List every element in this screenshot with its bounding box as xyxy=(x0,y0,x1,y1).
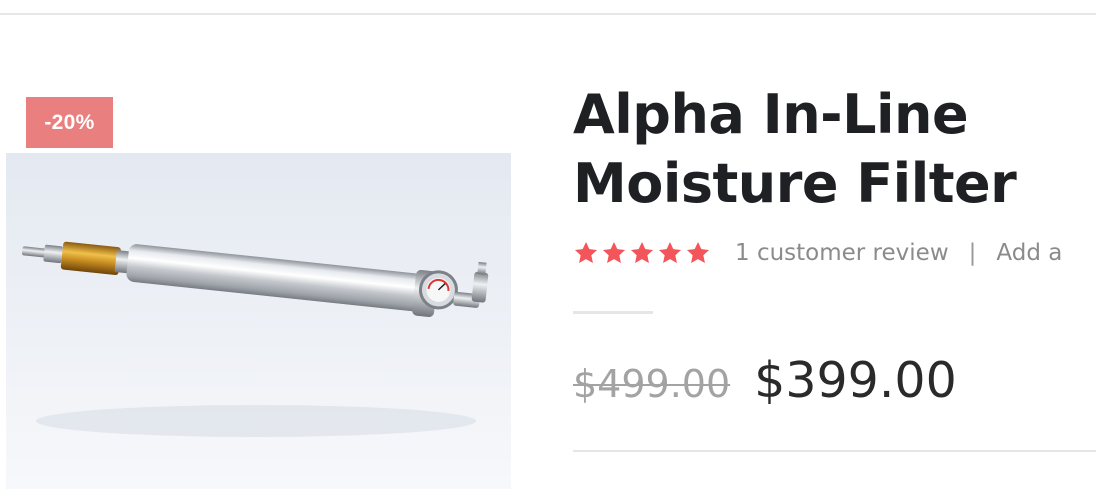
customer-review-link[interactable]: 1 customer review xyxy=(735,240,949,266)
product-image[interactable] xyxy=(6,153,511,489)
rating-row: 1 customer review | Add a xyxy=(573,240,1062,266)
star-icon xyxy=(574,241,598,263)
star-icon xyxy=(658,241,682,263)
title-divider xyxy=(573,311,653,314)
regular-price: $499.00 xyxy=(573,362,731,406)
price-divider xyxy=(573,450,1096,452)
star-rating xyxy=(573,240,711,266)
add-review-link[interactable]: Add a xyxy=(996,240,1062,266)
product-summary: Alpha In-Line Moisture Filter 1 customer… xyxy=(573,80,1096,452)
review-separator: | xyxy=(968,240,977,266)
star-icon xyxy=(602,241,626,263)
star-icon xyxy=(686,241,710,263)
header-divider xyxy=(0,13,1096,15)
sale-badge: -20% xyxy=(26,97,113,148)
price: $499.00 $399.00 xyxy=(573,352,957,409)
star-icon xyxy=(630,241,654,263)
sale-price: $399.00 xyxy=(754,352,957,409)
product-photo xyxy=(6,153,511,489)
product-title: Alpha In-Line Moisture Filter xyxy=(573,83,1017,215)
